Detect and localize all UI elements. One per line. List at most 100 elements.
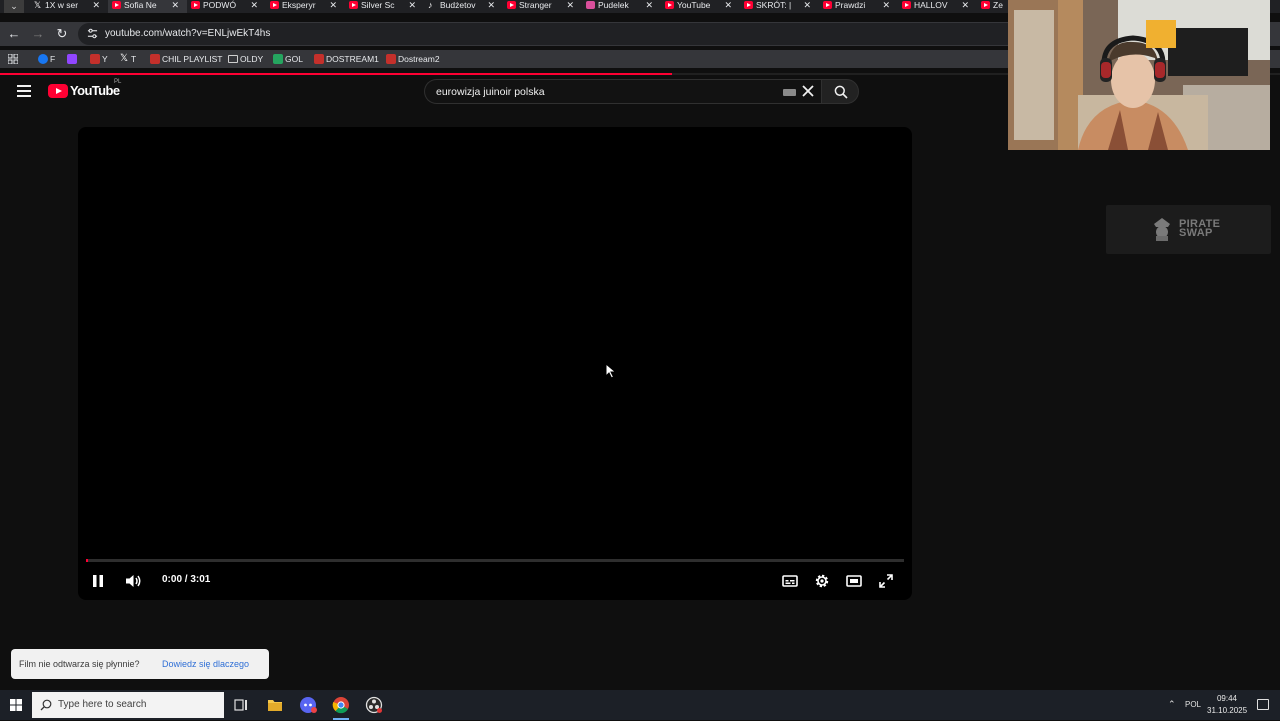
pirate-swap-text: PIRATE SWAP — [1179, 219, 1220, 239]
input-language[interactable]: POL — [1185, 690, 1201, 720]
bookmark-item[interactable]: Dostream2 — [386, 50, 440, 68]
tab-close-icon[interactable]: ✕ — [329, 0, 337, 11]
bookmark-label: OLDY — [240, 54, 264, 64]
chrome-button[interactable] — [330, 694, 352, 720]
tab-close-icon[interactable]: ✕ — [882, 0, 890, 11]
browser-tab[interactable]: Prawdzi ✕ — [819, 0, 898, 13]
youtube-favicon-icon — [507, 1, 516, 9]
youtube-logo-text: YouTube — [70, 83, 120, 98]
search-input[interactable]: eurowizja juinoir polska — [424, 79, 821, 104]
clock-time: 09:44 — [1216, 694, 1238, 703]
bookmark-item[interactable]: OLDY — [228, 50, 263, 68]
system-clock[interactable]: 09:44 31.10.2025 — [1207, 693, 1247, 717]
bookmark-label: T — [131, 54, 137, 64]
taskbar-search-placeholder: Type here to search — [58, 699, 147, 710]
tab-title: SKRÓT: | — [756, 0, 792, 10]
browser-tab[interactable]: ♪ Budżetov ✕ — [424, 0, 503, 13]
video-player[interactable]: 0:00 / 3:01 — [78, 127, 912, 600]
windows-start-icon[interactable] — [10, 699, 22, 711]
obs-icon — [365, 696, 383, 714]
bookmark-item[interactable]: GOL — [273, 50, 303, 68]
facebook-icon — [38, 54, 48, 64]
browser-tab[interactable]: YouTube ✕ — [661, 0, 740, 13]
bookmark-item[interactable] — [67, 50, 79, 68]
tab-close-icon[interactable]: ✕ — [92, 0, 100, 11]
youtube-favicon-icon — [150, 54, 160, 64]
theater-mode-button[interactable] — [844, 571, 864, 591]
mute-button[interactable] — [123, 571, 143, 591]
browser-tab[interactable]: SKRÓT: | ✕ — [740, 0, 819, 13]
browser-tab[interactable]: Stranger ✕ — [503, 0, 582, 13]
bookmark-item[interactable]: DOSTREAM1 — [314, 50, 379, 68]
youtube-favicon-icon — [314, 54, 324, 64]
tray-chevron-up-icon[interactable]: ⌃ — [1168, 699, 1176, 710]
bookmark-item[interactable]: Y — [90, 50, 108, 68]
bookmark-label: F — [50, 54, 56, 64]
reload-icon[interactable]: ↻ — [54, 26, 70, 42]
x-logo-icon: 𝕏 — [119, 53, 129, 64]
tab-close-icon[interactable]: ✕ — [724, 0, 732, 11]
browser-tab[interactable]: Silver Sc ✕ — [345, 0, 424, 13]
youtube-favicon-icon — [90, 54, 100, 64]
tab-close-icon[interactable]: ✕ — [487, 0, 495, 11]
tab-close-icon[interactable]: ✕ — [566, 0, 574, 11]
apps-grid-icon[interactable] — [8, 54, 18, 64]
obs-button[interactable] — [363, 694, 385, 716]
folder-icon — [228, 55, 238, 63]
pirate-swap-banner[interactable]: PIRATE SWAP — [1106, 205, 1271, 254]
bookmark-item[interactable]: F — [38, 50, 55, 68]
search-query-text: eurowizja juinoir polska — [436, 86, 545, 98]
gear-icon — [815, 574, 829, 588]
subtitles-button[interactable] — [780, 571, 800, 591]
site-settings-icon[interactable] — [87, 28, 98, 39]
browser-tab[interactable]: Sofia Ne ✕ — [108, 0, 187, 13]
tab-close-icon[interactable]: ✕ — [803, 0, 811, 11]
tab-close-icon[interactable]: ✕ — [408, 0, 416, 11]
tab-title: Budżetov — [440, 0, 476, 10]
chat-app-button[interactable] — [297, 694, 319, 716]
tab-title: HALLOV — [914, 0, 948, 10]
tab-close-icon[interactable]: ✕ — [645, 0, 653, 11]
forward-arrow-icon[interactable]: → — [30, 26, 46, 42]
bookmark-label: Y — [102, 54, 108, 64]
browser-tab[interactable]: 𝕏 1X w ser ✕ — [29, 0, 108, 13]
notification-center-icon[interactable] — [1257, 699, 1269, 710]
browser-tab[interactable]: Pudelek ✕ — [582, 0, 661, 13]
task-view-icon — [234, 699, 247, 711]
tab-close-icon[interactable]: ✕ — [961, 0, 969, 11]
youtube-favicon-icon — [981, 1, 990, 9]
search-button[interactable] — [821, 79, 859, 104]
fullscreen-button[interactable] — [876, 571, 896, 591]
youtube-favicon-icon — [665, 1, 674, 9]
folder-icon — [268, 700, 282, 711]
fullscreen-expand-icon — [879, 574, 893, 588]
youtube-favicon-icon — [823, 1, 832, 9]
webcam-video-image — [1008, 0, 1270, 150]
clear-search-close-icon[interactable] — [801, 84, 815, 98]
bookmark-label: CHIL PLAYLIST — [162, 54, 223, 64]
video-progress-fill — [86, 559, 89, 562]
youtube-favicon-icon — [112, 1, 121, 9]
tab-close-icon[interactable]: ✕ — [250, 0, 258, 11]
taskbar-search-box[interactable]: Type here to search — [32, 692, 224, 718]
browser-tab[interactable]: HALLOV ✕ — [898, 0, 977, 13]
bookmark-item[interactable]: CHIL PLAYLIST — [150, 50, 222, 68]
keyboard-icon[interactable] — [783, 89, 796, 96]
browser-tab[interactable]: PODWÓ ✕ — [187, 0, 266, 13]
address-bar[interactable]: youtube.com/watch?v=ENLjwEkT4hs — [78, 23, 1018, 45]
pause-button[interactable] — [88, 571, 108, 591]
guide-menu-icon[interactable] — [17, 85, 31, 97]
settings-button[interactable] — [812, 571, 832, 591]
video-progress-bar[interactable] — [86, 559, 904, 562]
file-explorer-button[interactable] — [264, 694, 286, 716]
subtitles-icon — [782, 575, 798, 587]
learn-why-link[interactable]: Dowiedz się dlaczego — [162, 649, 249, 679]
tab-close-icon[interactable]: ✕ — [171, 0, 179, 11]
browser-tab[interactable]: Eksperyr ✕ — [266, 0, 345, 13]
tab-search-chevron-down-icon[interactable]: ⌄ — [4, 0, 24, 13]
mouse-cursor-icon — [605, 363, 617, 379]
task-view-button[interactable] — [230, 694, 252, 716]
bookmark-item[interactable]: 𝕏T — [119, 50, 136, 68]
toast-message: Film nie odtwarza się płynnie? — [19, 659, 140, 669]
back-arrow-icon[interactable]: ← — [6, 26, 22, 42]
